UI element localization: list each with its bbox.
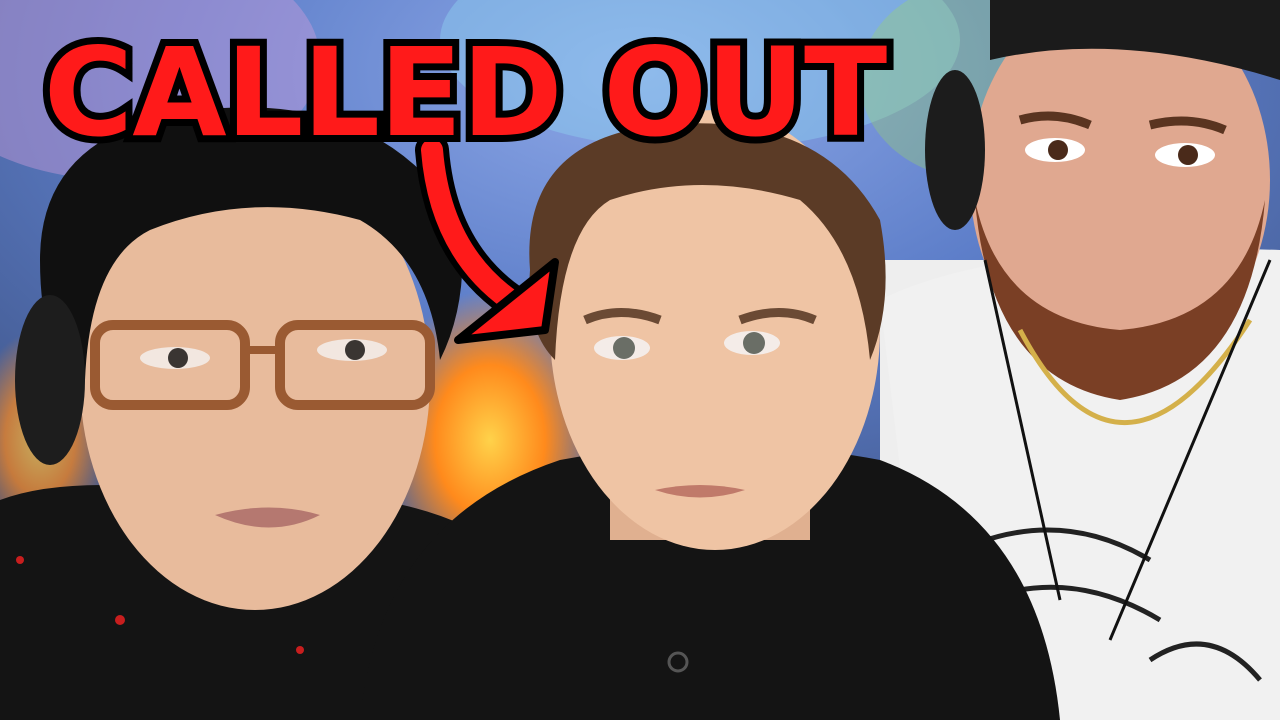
headline-text: CALLED OUT: [37, 22, 895, 164]
video-thumbnail[interactable]: CALLED OUT: [0, 0, 1280, 720]
